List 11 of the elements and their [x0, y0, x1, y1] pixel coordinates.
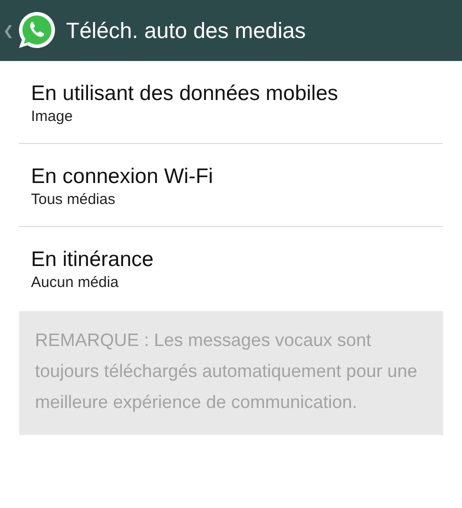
setting-item[interactable]: En utilisant des données mobiles Image	[19, 61, 443, 144]
setting-item[interactable]: En connexion Wi-Fi Tous médias	[19, 144, 443, 227]
setting-title: En utilisant des données mobiles	[31, 80, 340, 106]
note-text: REMARQUE : Les messages vocaux sont toujours téléchargés automatiquement pour une meilleure expérience de communication.	[19, 311, 443, 435]
setting-title: En connexion Wi-Fi	[31, 164, 214, 190]
setting-title: En itinérance	[31, 247, 155, 273]
setting-summary: Tous médias	[31, 190, 116, 210]
setting-item[interactable]: En itinérance Aucun média	[19, 227, 443, 310]
setting-summary: Image	[31, 106, 74, 126]
setting-summary: Aucun média	[31, 273, 120, 293]
screen-title: Téléch. auto des medias	[66, 17, 306, 45]
